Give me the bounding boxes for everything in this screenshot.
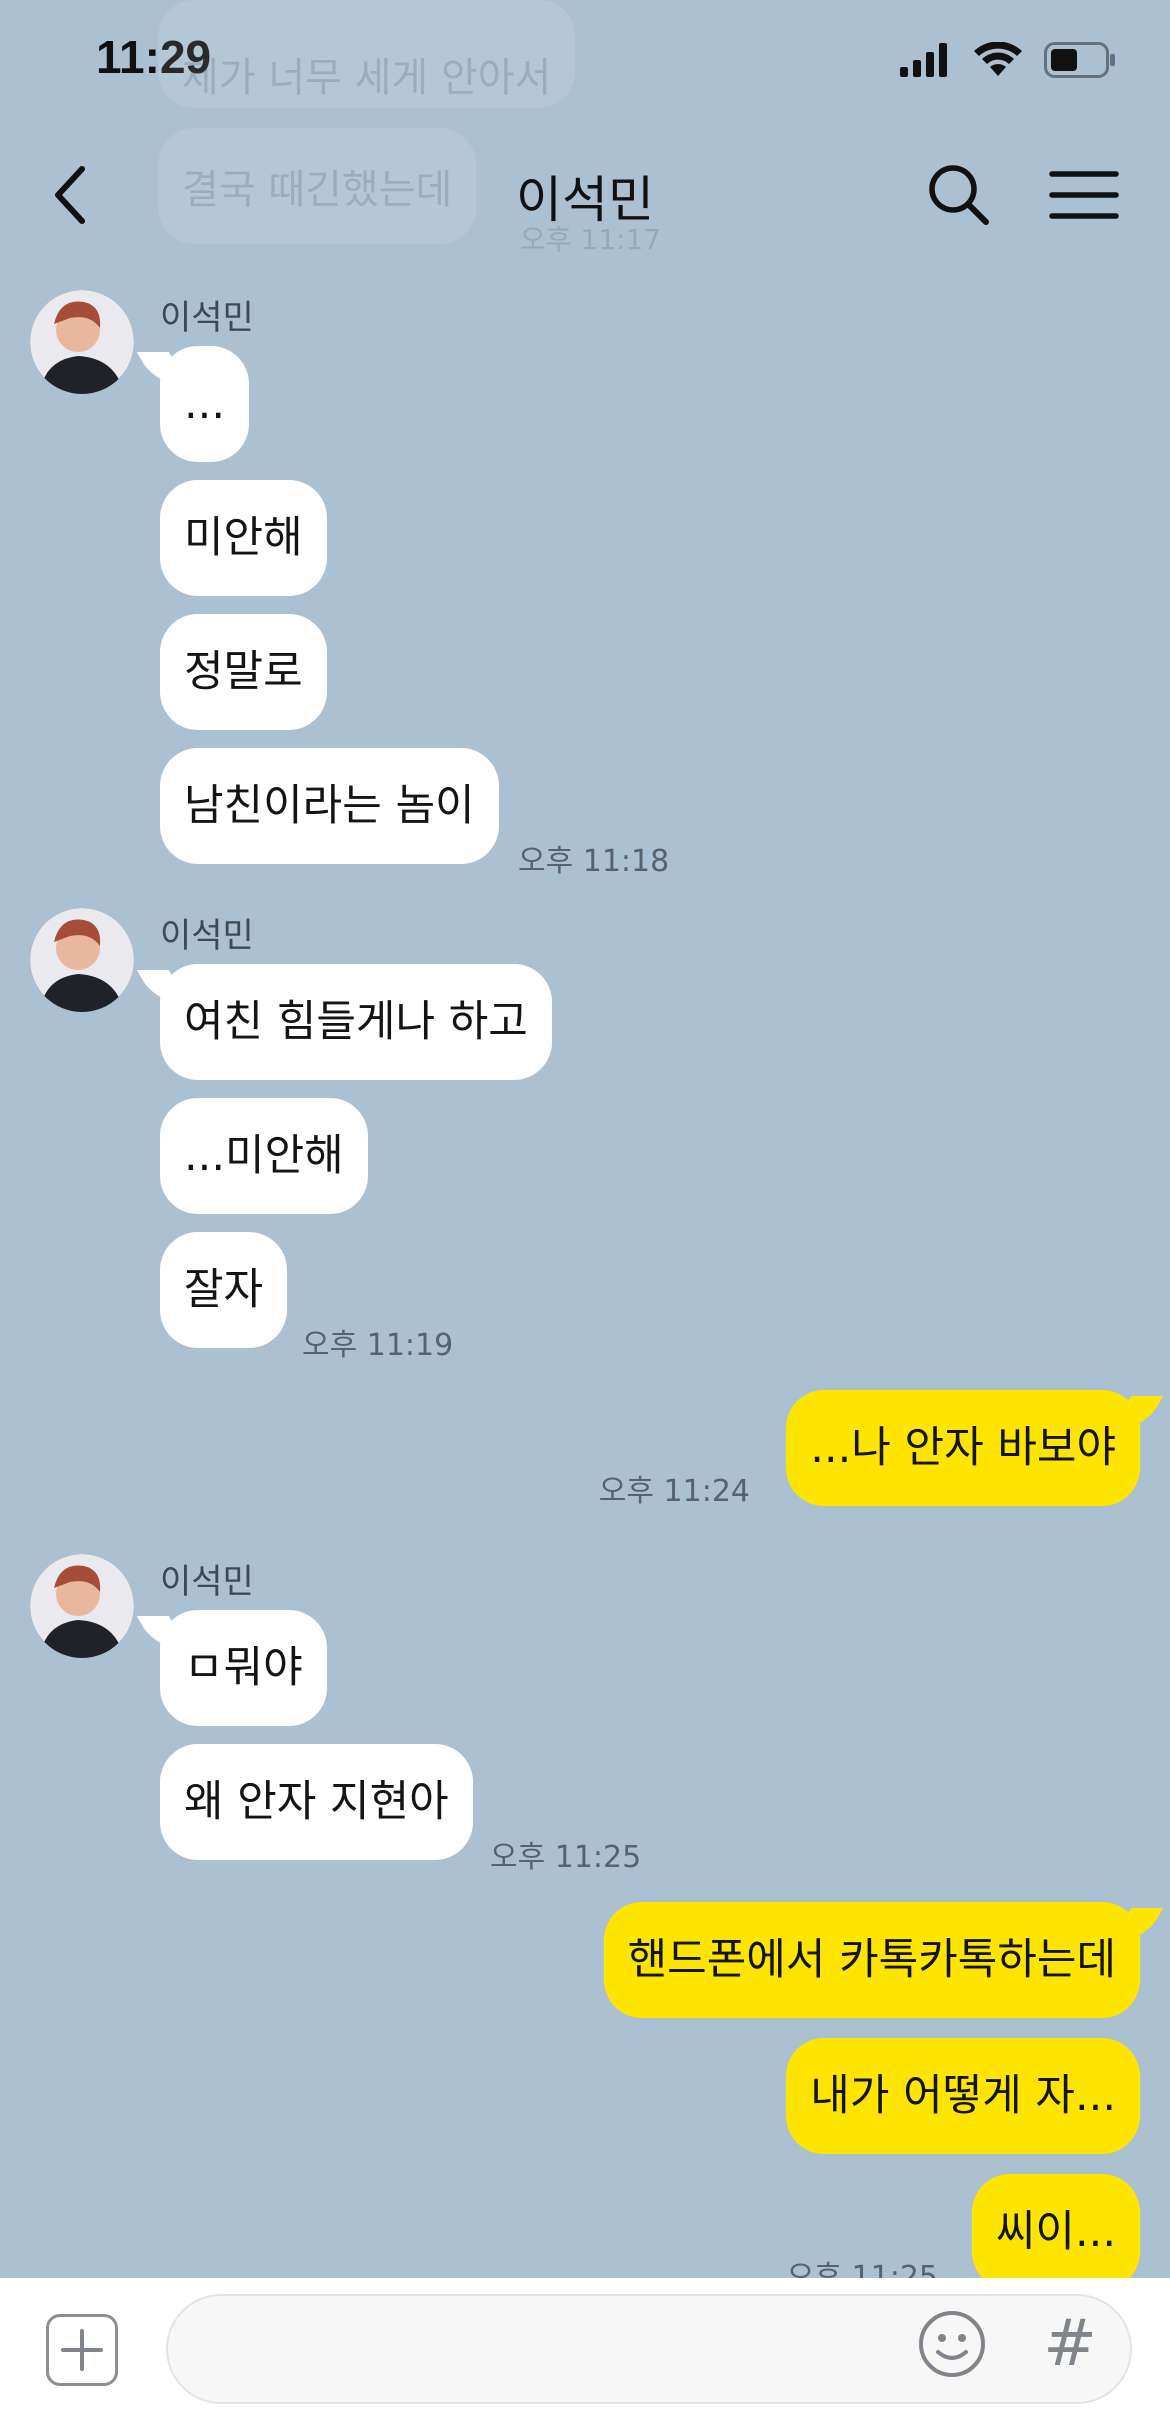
hashtag-icon: # [1043, 2307, 1097, 2381]
avatar[interactable] [30, 290, 134, 394]
message-bubble[interactable]: 남친이라는 놈이 [160, 748, 499, 864]
avatar[interactable] [30, 1554, 134, 1658]
message-bubble[interactable]: 미안해 [160, 480, 327, 596]
scrolled-message: 제가 너무 세게 안아서 [158, 0, 576, 108]
avatar[interactable] [30, 908, 134, 1012]
message-time: 오후 11:25 [490, 1840, 642, 1875]
message-bubble[interactable]: 정말로 [160, 614, 327, 730]
my-message-bubble[interactable]: ...나 안자 바보야 [786, 1390, 1140, 1506]
sender-name: 이석민 [160, 298, 254, 338]
message-bubble[interactable]: 잘자 [160, 1232, 288, 1348]
chat-title: 이석민 [516, 171, 654, 229]
profile-photo [30, 908, 134, 1012]
my-message-bubble[interactable]: 핸드폰에서 카톡카톡하는데 [603, 1902, 1140, 2018]
profile-photo [30, 1554, 134, 1658]
search-icon [929, 165, 989, 225]
menu-icon [1049, 171, 1119, 219]
profile-photo [30, 290, 134, 394]
my-message-bubble[interactable]: 씨이... [971, 2174, 1140, 2290]
battery-icon [1044, 42, 1115, 78]
signal-icon [900, 43, 947, 77]
emoji-icon [919, 2311, 985, 2377]
message-bubble[interactable]: ㅁ뭐야 [160, 1610, 327, 1726]
message-bubble[interactable]: 왜 안자 지현아 [160, 1744, 473, 1860]
menu-button[interactable] [1046, 160, 1122, 230]
message-time: 오후 11:19 [302, 1328, 454, 1363]
status-icons [900, 42, 1116, 78]
message-bubble[interactable]: ...미안해 [160, 1098, 368, 1214]
plus-icon [61, 2329, 103, 2371]
my-message-bubble[interactable]: 내가 어떻게 자... [786, 2038, 1140, 2154]
sender-name: 이석민 [160, 1562, 254, 1602]
hashtag-button[interactable]: # [1040, 2306, 1100, 2382]
message-bubble[interactable]: ... [160, 346, 250, 462]
sender-name: 이석민 [160, 916, 254, 956]
emoji-button[interactable] [916, 2308, 988, 2380]
message-time: 오후 11:24 [598, 1474, 750, 1509]
message-bubble[interactable]: 여친 힘들게나 하고 [160, 964, 552, 1080]
attach-button[interactable] [46, 2314, 118, 2386]
search-button[interactable] [924, 160, 994, 230]
message-time: 오후 11:18 [518, 844, 670, 879]
wifi-icon [974, 42, 1022, 76]
scrolled-message-text: 제가 너무 세게 안아서 [182, 55, 552, 101]
